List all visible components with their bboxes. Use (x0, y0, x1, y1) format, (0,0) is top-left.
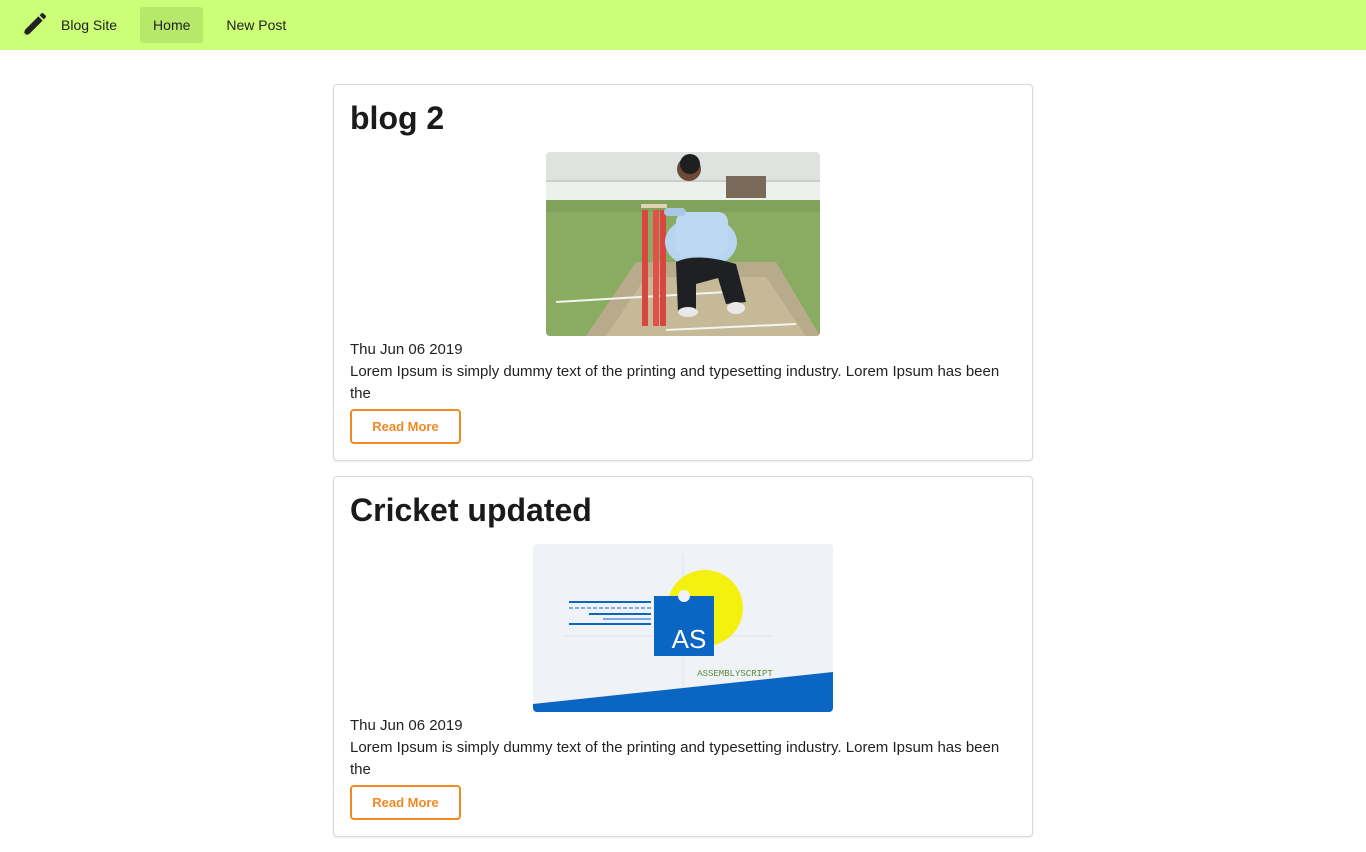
post-title: Cricket updated (350, 492, 592, 528)
post-card: blog 2 Thu Jun 06 2019 Lorem Ipsum is si… (333, 84, 1033, 461)
post-title: blog 2 (350, 100, 445, 136)
read-more-button[interactable]: Read More (350, 409, 461, 444)
post-date: Thu Jun 06 2019 (350, 717, 463, 734)
brand-label: Blog Site (61, 17, 118, 33)
brand-link[interactable]: Blog Site (0, 0, 140, 50)
image-logo-text: AS (672, 624, 707, 654)
pencil-icon (23, 12, 47, 36)
post-excerpt: Lorem Ipsum is simply dummy text of the … (350, 739, 1000, 778)
post-excerpt: Lorem Ipsum is simply dummy text of the … (350, 363, 1000, 402)
nav-item-home[interactable]: Home (140, 7, 204, 43)
post-image (546, 152, 820, 336)
image-caption-text: ASSEMBLYSCRIPT (697, 669, 773, 679)
top-navbar: Blog Site Home New Post (0, 0, 1366, 50)
read-more-button[interactable]: Read More (350, 785, 461, 820)
post-date: Thu Jun 06 2019 (350, 341, 463, 358)
post-card: Cricket updated AS ASSEMBLYSCRIPT Thu Ju… (333, 476, 1033, 837)
post-image: AS ASSEMBLYSCRIPT (533, 544, 833, 712)
nav-item-new-post[interactable]: New Post (213, 7, 299, 43)
post-feed: blog 2 Thu Jun 06 2019 Lorem Ipsum is si… (333, 84, 1033, 852)
